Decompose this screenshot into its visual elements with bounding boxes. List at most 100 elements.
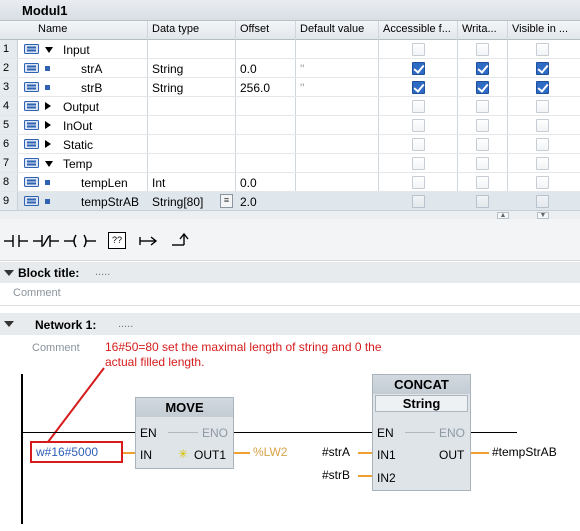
interface-tag-icon [24,44,39,54]
table-row[interactable]: 7 Temp [0,154,580,173]
accessible-checkbox[interactable] [412,81,425,94]
collapse-chevron-icon[interactable] [4,270,14,276]
horizontal-scroll-strip[interactable]: ▲ ▼ [0,210,580,219]
cell-datatype[interactable]: String[80] [152,195,203,209]
table-row[interactable]: 8 tempLen Int 0.0 [0,173,580,192]
expand-down-icon[interactable] [45,161,53,167]
visible-checkbox[interactable] [536,138,549,151]
move-in-operand[interactable]: w#16#5000 [36,445,98,459]
scroll-down-icon[interactable]: ▼ [537,212,549,219]
cell-name[interactable]: Output [63,100,99,114]
block-title-value[interactable]: ..... [95,266,110,278]
row-number[interactable]: 6 [0,135,18,153]
cell-name[interactable]: strA [81,62,102,76]
expand-right-icon[interactable] [45,121,51,129]
accessible-checkbox[interactable] [412,157,425,170]
concat-out-operand[interactable]: #tempStrAB [492,445,557,459]
row-number[interactable]: 4 [0,97,18,115]
cell-name[interactable]: InOut [63,119,92,133]
visible-checkbox[interactable] [536,81,549,94]
writable-checkbox[interactable] [476,119,489,132]
visible-checkbox[interactable] [536,119,549,132]
table-row[interactable]: 9 tempStrAB String[80] ≡ 2.0 [0,192,580,211]
expand-down-icon[interactable] [45,47,53,53]
move-out1-operand[interactable]: %LW2 [253,445,287,459]
writable-checkbox[interactable] [476,81,489,94]
row-number[interactable]: 1 [0,40,18,58]
col-visible[interactable]: Visible in ... [512,23,574,35]
visible-checkbox[interactable] [536,62,549,75]
concat-in2-operand[interactable]: #strB [322,468,350,482]
col-offset[interactable]: Offset [240,23,295,35]
writable-checkbox[interactable] [476,100,489,113]
collapse-chevron-icon[interactable] [4,321,14,327]
accessible-checkbox[interactable] [412,195,425,208]
cell-name[interactable]: strB [81,81,102,95]
empty-box-icon[interactable]: ?? [108,232,126,249]
accessible-checkbox[interactable] [412,100,425,113]
accessible-checkbox[interactable] [412,43,425,56]
cell-name[interactable]: Static [63,138,93,152]
writable-checkbox[interactable] [476,138,489,151]
move-title: MOVE [136,398,233,417]
table-row[interactable]: 2 strA String 0.0 '' [0,59,580,78]
cell-datatype[interactable]: Int [152,176,165,190]
close-branch-icon[interactable] [170,231,192,251]
writable-checkbox[interactable] [476,43,489,56]
expand-right-icon[interactable] [45,140,51,148]
writable-checkbox[interactable] [476,157,489,170]
accessible-checkbox[interactable] [412,138,425,151]
table-row[interactable]: 4 Output [0,97,580,116]
scroll-up-icon[interactable]: ▲ [497,212,509,219]
open-branch-icon[interactable] [138,231,160,251]
network-title-value[interactable]: ..... [118,318,133,330]
interface-tag-icon [24,82,39,92]
cell-default[interactable]: '' [300,81,305,95]
writable-checkbox[interactable] [476,195,489,208]
expand-right-icon[interactable] [45,102,51,110]
row-number[interactable]: 2 [0,59,18,77]
col-default[interactable]: Default value [300,23,378,35]
block-title-row[interactable]: Block title: ..... [0,262,580,283]
visible-checkbox[interactable] [536,100,549,113]
visible-checkbox[interactable] [536,176,549,189]
table-row[interactable]: 6 Static [0,135,580,154]
concat-type[interactable]: String [375,395,468,412]
block-interface-table: Modul1 Name Data type Offset Default val… [0,0,580,219]
coil-icon[interactable] [64,231,96,251]
concat-in1-operand[interactable]: #strA [322,445,350,459]
accessible-checkbox[interactable] [412,176,425,189]
type-picker-icon[interactable]: ≡ [220,194,233,208]
visible-checkbox[interactable] [536,157,549,170]
cell-name[interactable]: tempLen [81,176,128,190]
col-datatype[interactable]: Data type [152,23,234,35]
cell-default[interactable]: '' [300,62,305,76]
row-number[interactable]: 7 [0,154,18,172]
writable-checkbox[interactable] [476,176,489,189]
row-number[interactable]: 5 [0,116,18,134]
no-contact-icon[interactable] [4,231,28,251]
col-name[interactable]: Name [38,23,146,35]
visible-checkbox[interactable] [536,43,549,56]
block-comment[interactable]: Comment [13,287,61,299]
row-number[interactable]: 9 [0,192,18,210]
accessible-checkbox[interactable] [412,62,425,75]
cell-datatype[interactable]: String [152,81,183,95]
cell-datatype[interactable]: String [152,62,183,76]
writable-checkbox[interactable] [476,62,489,75]
cell-name[interactable]: tempStrAB [81,195,139,209]
cell-name[interactable]: Temp [63,157,92,171]
visible-checkbox[interactable] [536,195,549,208]
accessible-checkbox[interactable] [412,119,425,132]
col-writable[interactable]: Writa... [462,23,507,35]
table-row[interactable]: 5 InOut [0,116,580,135]
table-row[interactable]: 1 Input [0,40,580,59]
cell-name[interactable]: Input [63,43,90,57]
move-box[interactable]: MOVE EN ENO IN ✳ OUT1 [135,397,234,469]
col-accessible[interactable]: Accessible f... [383,23,455,35]
nc-contact-icon[interactable] [33,231,59,251]
network-header[interactable]: Network 1: ..... [0,313,580,335]
row-number[interactable]: 8 [0,173,18,191]
row-number[interactable]: 3 [0,78,18,96]
table-row[interactable]: 3 strB String 256.0 '' [0,78,580,97]
